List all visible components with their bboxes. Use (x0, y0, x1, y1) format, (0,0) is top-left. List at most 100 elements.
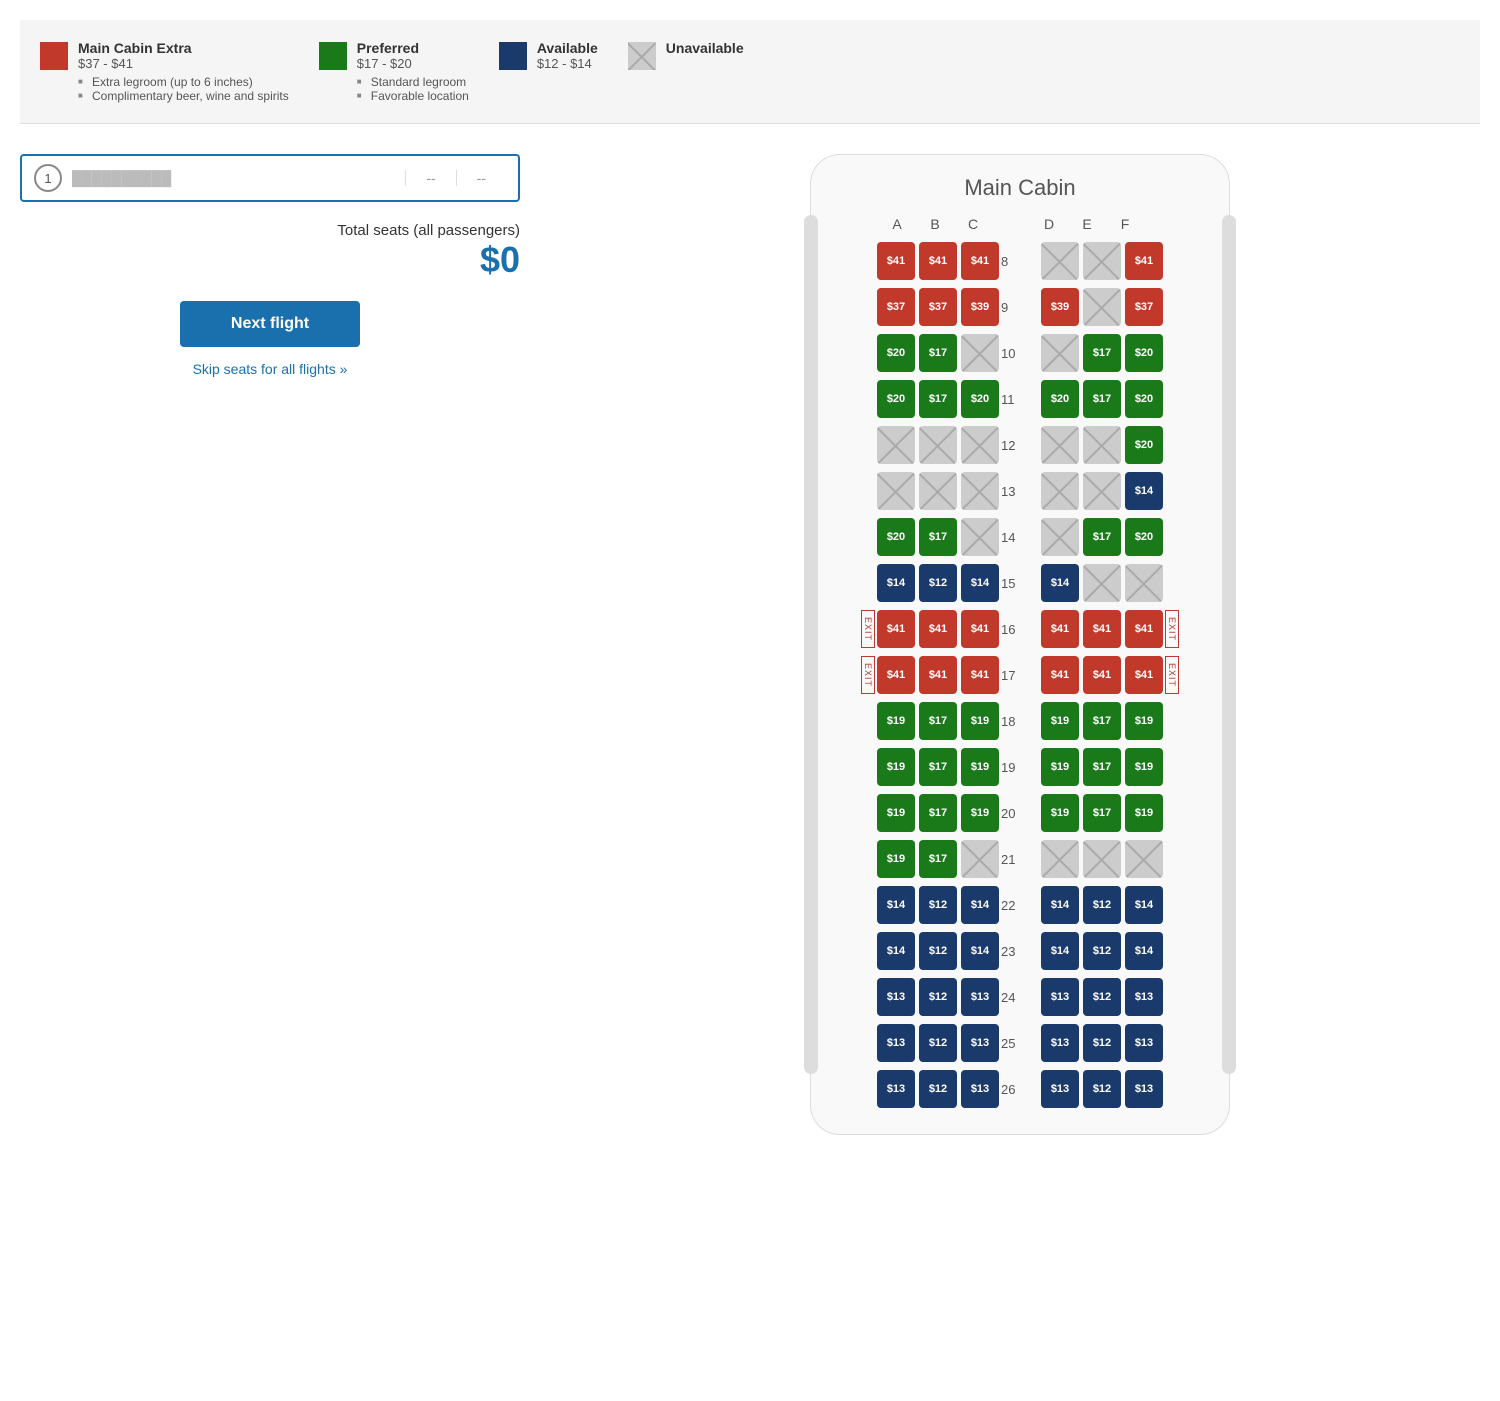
seat-17C[interactable]: $41 (961, 656, 999, 694)
seat-24A[interactable]: $13 (877, 978, 915, 1016)
seat-26C[interactable]: $13 (961, 1070, 999, 1108)
seat-20E[interactable]: $17 (1083, 794, 1121, 832)
seat-14B[interactable]: $17 (919, 518, 957, 556)
seat-26F[interactable]: $13 (1125, 1070, 1163, 1108)
seat-9D[interactable]: $39 (1041, 288, 1079, 326)
seat-23C[interactable]: $14 (961, 932, 999, 970)
seat-19F[interactable]: $19 (1125, 748, 1163, 786)
seat-26E[interactable]: $12 (1083, 1070, 1121, 1108)
seat-24E[interactable]: $12 (1083, 978, 1121, 1016)
seat-8B[interactable]: $41 (919, 242, 957, 280)
seat-14A[interactable]: $20 (877, 518, 915, 556)
seat-11B[interactable]: $17 (919, 380, 957, 418)
seat-10F[interactable]: $20 (1125, 334, 1163, 372)
seat-22A[interactable]: $14 (877, 886, 915, 924)
seat-row-26: $13$12$1326$13$12$13 (841, 1068, 1199, 1110)
seat-22F[interactable]: $14 (1125, 886, 1163, 924)
seat-24F[interactable]: $13 (1125, 978, 1163, 1016)
seat-18B[interactable]: $17 (919, 702, 957, 740)
seat-23D[interactable]: $14 (1041, 932, 1079, 970)
seat-20F[interactable]: $19 (1125, 794, 1163, 832)
seat-23E[interactable]: $12 (1083, 932, 1121, 970)
seat-13F[interactable]: $14 (1125, 472, 1163, 510)
seat-10A[interactable]: $20 (877, 334, 915, 372)
seat-8F[interactable]: $41 (1125, 242, 1163, 280)
legend-swatch-preferred (319, 42, 347, 70)
seat-12F[interactable]: $20 (1125, 426, 1163, 464)
seat-map-container: Main Cabin ABCDEF $41$41$418$41$37$37$39… (560, 154, 1480, 1135)
seat-15B[interactable]: $12 (919, 564, 957, 602)
seat-17B[interactable]: $41 (919, 656, 957, 694)
seat-18C[interactable]: $19 (961, 702, 999, 740)
seat-24C[interactable]: $13 (961, 978, 999, 1016)
seat-25A[interactable]: $13 (877, 1024, 915, 1062)
seat-11F[interactable]: $20 (1125, 380, 1163, 418)
skip-seats-link[interactable]: Skip seats for all flights » (20, 361, 520, 377)
seat-24D[interactable]: $13 (1041, 978, 1079, 1016)
seat-10B[interactable]: $17 (919, 334, 957, 372)
seat-17E[interactable]: $41 (1083, 656, 1121, 694)
seat-22B[interactable]: $12 (919, 886, 957, 924)
seat-26D[interactable]: $13 (1041, 1070, 1079, 1108)
seat-15A[interactable]: $14 (877, 564, 915, 602)
seat-20D[interactable]: $19 (1041, 794, 1079, 832)
seat-25D[interactable]: $13 (1041, 1024, 1079, 1062)
seat-16F[interactable]: $41 (1125, 610, 1163, 648)
total-amount: $0 (20, 239, 520, 281)
exit-label-right-17: EXIT (1165, 656, 1179, 694)
seat-8A[interactable]: $41 (877, 242, 915, 280)
next-flight-button[interactable]: Next flight (180, 301, 360, 347)
seat-21B[interactable]: $17 (919, 840, 957, 878)
seat-23B[interactable]: $12 (919, 932, 957, 970)
seat-11E[interactable]: $17 (1083, 380, 1121, 418)
aisle-16: 16 (1001, 621, 1039, 637)
seat-14E[interactable]: $17 (1083, 518, 1121, 556)
seat-14F[interactable]: $20 (1125, 518, 1163, 556)
seat-9A[interactable]: $37 (877, 288, 915, 326)
seat-25F[interactable]: $13 (1125, 1024, 1163, 1062)
seat-17F[interactable]: $41 (1125, 656, 1163, 694)
seat-17A[interactable]: $41 (877, 656, 915, 694)
seat-16C[interactable]: $41 (961, 610, 999, 648)
seat-11A[interactable]: $20 (877, 380, 915, 418)
seat-10E[interactable]: $17 (1083, 334, 1121, 372)
seat-25B[interactable]: $12 (919, 1024, 957, 1062)
seat-22E[interactable]: $12 (1083, 886, 1121, 924)
seat-25C[interactable]: $13 (961, 1024, 999, 1062)
seat-18F[interactable]: $19 (1125, 702, 1163, 740)
seat-9B[interactable]: $37 (919, 288, 957, 326)
seat-8D (1041, 242, 1079, 280)
seat-19B[interactable]: $17 (919, 748, 957, 786)
seat-22D[interactable]: $14 (1041, 886, 1079, 924)
seat-20B[interactable]: $17 (919, 794, 957, 832)
seat-22C[interactable]: $14 (961, 886, 999, 924)
seat-16E[interactable]: $41 (1083, 610, 1121, 648)
seat-23F[interactable]: $14 (1125, 932, 1163, 970)
seat-20C[interactable]: $19 (961, 794, 999, 832)
seat-16A[interactable]: $41 (877, 610, 915, 648)
seat-19D[interactable]: $19 (1041, 748, 1079, 786)
seat-16D[interactable]: $41 (1041, 610, 1079, 648)
seat-11D[interactable]: $20 (1041, 380, 1079, 418)
seat-26A[interactable]: $13 (877, 1070, 915, 1108)
seat-18E[interactable]: $17 (1083, 702, 1121, 740)
seat-11C[interactable]: $20 (961, 380, 999, 418)
seat-18A[interactable]: $19 (877, 702, 915, 740)
seat-16B[interactable]: $41 (919, 610, 957, 648)
seat-19C[interactable]: $19 (961, 748, 999, 786)
seat-19E[interactable]: $17 (1083, 748, 1121, 786)
seat-23A[interactable]: $14 (877, 932, 915, 970)
seat-26B[interactable]: $12 (919, 1070, 957, 1108)
seat-15D[interactable]: $14 (1041, 564, 1079, 602)
seat-18D[interactable]: $19 (1041, 702, 1079, 740)
seat-20A[interactable]: $19 (877, 794, 915, 832)
seat-24B[interactable]: $12 (919, 978, 957, 1016)
seat-9F[interactable]: $37 (1125, 288, 1163, 326)
seat-25E[interactable]: $12 (1083, 1024, 1121, 1062)
seat-9C[interactable]: $39 (961, 288, 999, 326)
seat-17D[interactable]: $41 (1041, 656, 1079, 694)
seat-8C[interactable]: $41 (961, 242, 999, 280)
seat-15C[interactable]: $14 (961, 564, 999, 602)
seat-21A[interactable]: $19 (877, 840, 915, 878)
seat-19A[interactable]: $19 (877, 748, 915, 786)
